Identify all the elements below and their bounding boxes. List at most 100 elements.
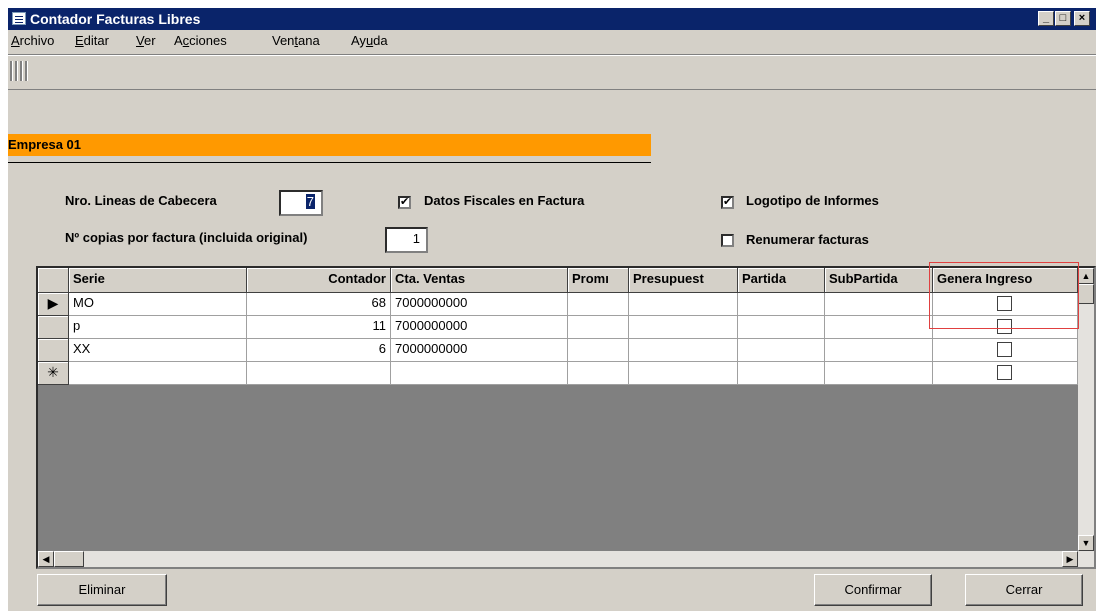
menu-archivo[interactable]: Archivo bbox=[11, 33, 54, 48]
cell-partida[interactable] bbox=[738, 316, 825, 339]
nro-lineas-input[interactable]: 7 bbox=[279, 190, 323, 216]
cell-subpartida[interactable] bbox=[825, 293, 933, 316]
cell-cta-ventas[interactable]: 7000000000 bbox=[391, 293, 568, 316]
toolbar-grip-icon[interactable] bbox=[10, 61, 13, 81]
toolbar-grip-icon bbox=[20, 61, 23, 81]
menu-label: A bbox=[174, 33, 183, 48]
cell-presupuesto[interactable] bbox=[629, 316, 738, 339]
toolbar-grip-icon bbox=[25, 61, 28, 81]
cell-genera-ingreso[interactable] bbox=[933, 339, 1078, 362]
cell-subpartida[interactable] bbox=[825, 339, 933, 362]
row-selector-current[interactable]: ▶ bbox=[38, 293, 69, 316]
cell-contador[interactable]: 6 bbox=[247, 339, 391, 362]
menu-bar: Archivo Editar Ver Acciones Ventana Ayud… bbox=[8, 30, 1096, 52]
menu-label: da bbox=[373, 33, 388, 48]
menu-label: ciones bbox=[189, 33, 227, 48]
confirmar-button[interactable]: Confirmar bbox=[814, 574, 932, 606]
scroll-down-icon[interactable]: ▼ bbox=[1078, 535, 1094, 551]
menu-label: rchivo bbox=[19, 33, 55, 48]
highlight-box bbox=[929, 262, 1079, 329]
column-header-subpartida[interactable]: SubPartida bbox=[825, 268, 933, 293]
close-button[interactable]: × bbox=[1074, 11, 1090, 26]
cell-partida[interactable] bbox=[738, 293, 825, 316]
eliminar-button[interactable]: Eliminar bbox=[37, 574, 167, 606]
cell-presupuesto[interactable] bbox=[629, 293, 738, 316]
menu-mnemonic: E bbox=[75, 33, 84, 48]
copias-label: Nº copias por factura (incluida original… bbox=[65, 230, 308, 245]
column-header-prom[interactable]: Promı bbox=[568, 268, 629, 293]
scroll-thumb[interactable] bbox=[1078, 284, 1094, 304]
genera-ingreso-checkbox[interactable] bbox=[997, 365, 1012, 380]
datos-fiscales-checkbox[interactable] bbox=[398, 195, 411, 209]
cell-partida[interactable] bbox=[738, 362, 825, 385]
menu-label: Ven bbox=[272, 33, 295, 48]
column-header-presupuesto[interactable]: Presupuest bbox=[629, 268, 738, 293]
row-selector[interactable] bbox=[38, 316, 69, 339]
renumerar-checkbox[interactable] bbox=[721, 234, 734, 247]
vertical-scrollbar[interactable]: ▲ ▼ bbox=[1078, 268, 1094, 567]
maximize-button[interactable]: □ bbox=[1055, 11, 1071, 26]
cell-presupuesto[interactable] bbox=[629, 362, 738, 385]
scroll-up-icon[interactable]: ▲ bbox=[1078, 268, 1094, 284]
menu-ver[interactable]: Ver bbox=[136, 33, 156, 48]
toolbar-grip-icon[interactable] bbox=[15, 61, 18, 81]
datos-fiscales-label: Datos Fiscales en Factura bbox=[424, 193, 585, 208]
cell-cta-ventas[interactable]: 7000000000 bbox=[391, 316, 568, 339]
row-selector[interactable] bbox=[38, 339, 69, 362]
menu-ayuda[interactable]: Ayuda bbox=[351, 33, 388, 48]
cell-presupuesto[interactable] bbox=[629, 339, 738, 362]
grid-corner bbox=[38, 268, 69, 293]
cell-prom[interactable] bbox=[568, 362, 629, 385]
horizontal-scrollbar[interactable]: ◀ ▶ bbox=[38, 551, 1078, 567]
menu-label: ana bbox=[298, 33, 320, 48]
cell-serie[interactable]: MO bbox=[69, 293, 247, 316]
empresa-header: Empresa 01 bbox=[8, 134, 651, 156]
cerrar-button[interactable]: Cerrar bbox=[965, 574, 1083, 606]
cell-genera-ingreso[interactable] bbox=[933, 362, 1078, 385]
menu-acciones[interactable]: Acciones bbox=[174, 33, 227, 48]
scroll-right-icon[interactable]: ▶ bbox=[1062, 551, 1078, 567]
cell-contador[interactable] bbox=[247, 362, 391, 385]
scroll-thumb[interactable] bbox=[54, 551, 84, 567]
renumerar-label: Renumerar facturas bbox=[746, 232, 869, 247]
column-header-partida[interactable]: Partida bbox=[738, 268, 825, 293]
toolbar bbox=[8, 54, 1096, 90]
cell-prom[interactable] bbox=[568, 316, 629, 339]
cell-serie[interactable]: p bbox=[69, 316, 247, 339]
menu-mnemonic: A bbox=[11, 33, 20, 48]
cell-serie[interactable] bbox=[69, 362, 247, 385]
nro-lineas-value: 7 bbox=[305, 194, 315, 209]
logotipo-label: Logotipo de Informes bbox=[746, 193, 879, 208]
menu-label: Ay bbox=[351, 33, 366, 48]
column-header-cta-ventas[interactable]: Cta. Ventas bbox=[391, 268, 568, 293]
menu-mnemonic: V bbox=[136, 33, 144, 48]
cell-prom[interactable] bbox=[568, 339, 629, 362]
row-selector-new[interactable]: ✳ bbox=[38, 362, 69, 385]
divider bbox=[8, 162, 651, 163]
menu-label: ditar bbox=[83, 33, 109, 48]
column-header-contador[interactable]: Contador bbox=[247, 268, 391, 293]
cell-partida[interactable] bbox=[738, 339, 825, 362]
minimize-button[interactable]: _ bbox=[1038, 11, 1054, 26]
window-title: Contador Facturas Libres bbox=[30, 11, 201, 27]
application-window: Contador Facturas Libres _ □ × Archivo E… bbox=[8, 8, 1096, 611]
nro-lineas-label: Nro. Lineas de Cabecera bbox=[65, 193, 217, 208]
app-icon bbox=[12, 12, 26, 25]
cell-serie[interactable]: XX bbox=[69, 339, 247, 362]
title-bar[interactable]: Contador Facturas Libres _ □ × bbox=[8, 8, 1096, 30]
cell-contador[interactable]: 68 bbox=[247, 293, 391, 316]
scroll-left-icon[interactable]: ◀ bbox=[38, 551, 54, 567]
copias-input[interactable]: 1 bbox=[385, 227, 428, 253]
menu-editar[interactable]: Editar bbox=[75, 33, 109, 48]
cell-subpartida[interactable] bbox=[825, 316, 933, 339]
cell-cta-ventas[interactable]: 7000000000 bbox=[391, 339, 568, 362]
cell-cta-ventas[interactable] bbox=[391, 362, 568, 385]
column-header-serie[interactable]: Serie bbox=[69, 268, 247, 293]
cell-subpartida[interactable] bbox=[825, 362, 933, 385]
cell-contador[interactable]: 11 bbox=[247, 316, 391, 339]
genera-ingreso-checkbox[interactable] bbox=[997, 342, 1012, 357]
logotipo-checkbox[interactable] bbox=[721, 195, 734, 209]
menu-label: er bbox=[143, 33, 156, 48]
menu-ventana[interactable]: Ventana bbox=[272, 33, 320, 48]
cell-prom[interactable] bbox=[568, 293, 629, 316]
